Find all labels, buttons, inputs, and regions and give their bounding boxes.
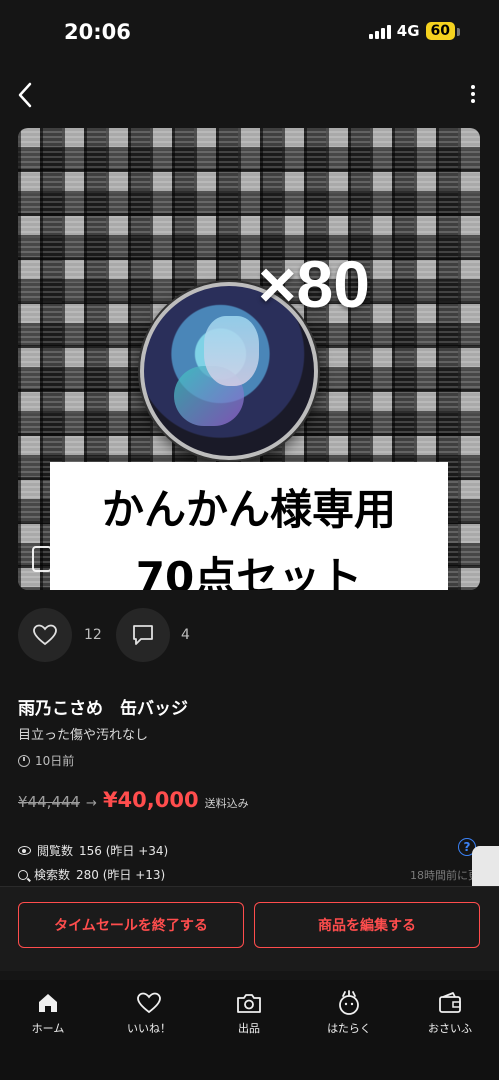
end-sale-button[interactable]: タイムセールを終了する bbox=[18, 902, 244, 948]
image-caption-line2: 70点セット bbox=[135, 553, 363, 590]
tab-likes[interactable]: いいね！ bbox=[109, 990, 189, 1036]
tab-work-label: はたらく bbox=[327, 1022, 371, 1035]
network-type: 4G bbox=[396, 22, 420, 40]
status-time: 20:06 bbox=[64, 20, 131, 44]
back-icon[interactable] bbox=[12, 80, 42, 110]
views-value: 156 (昨日 +34) bbox=[79, 844, 169, 858]
product-title: 雨乃こさめ 缶バッジ bbox=[18, 699, 188, 719]
search-icon bbox=[18, 869, 28, 880]
comment-icon bbox=[133, 625, 153, 645]
home-icon bbox=[8, 990, 88, 1016]
signal-icon bbox=[368, 23, 391, 39]
search-stat: 検索数 280 (昨日 +13) bbox=[18, 866, 165, 883]
shipping-label: 送料込み bbox=[204, 797, 249, 810]
clock-icon bbox=[18, 754, 30, 767]
search-value: 280 (昨日 +13) bbox=[76, 868, 166, 882]
tab-likes-label: いいね！ bbox=[127, 1022, 171, 1035]
product-condition: 目立った傷や汚れなし bbox=[18, 728, 149, 743]
updated-time: 18時間前に更 bbox=[410, 869, 479, 882]
views-stat: 閲覧数 156 (昨日 +34) bbox=[18, 842, 168, 859]
posted-time: 10日前 bbox=[18, 752, 74, 769]
status-indicators: 4G 60 bbox=[368, 22, 461, 40]
heart-icon bbox=[109, 990, 189, 1016]
price-arrow: → bbox=[86, 796, 97, 811]
battery-icon: 60 bbox=[425, 22, 461, 40]
posted-time-label: 10日前 bbox=[35, 754, 75, 768]
tab-sell[interactable]: 出品 bbox=[209, 990, 289, 1036]
new-price: ¥40,000 bbox=[102, 788, 199, 812]
wallet-icon bbox=[410, 990, 490, 1016]
heart-icon bbox=[33, 624, 57, 646]
image-caption-box: かんかん様専用 70点セット bbox=[50, 462, 448, 590]
image-gallery-icon bbox=[32, 546, 52, 572]
tab-sell-label: 出品 bbox=[238, 1022, 260, 1035]
like-count: 12 bbox=[84, 627, 102, 643]
product-image[interactable]: ×80 かんかん様専用 70点セット bbox=[18, 128, 480, 590]
tab-home[interactable]: ホーム bbox=[8, 990, 88, 1036]
tab-wallet-label: おさいふ bbox=[428, 1022, 472, 1035]
views-label: 閲覧数 bbox=[37, 844, 74, 858]
search-label: 検索数 bbox=[34, 868, 71, 882]
edit-item-button[interactable]: 商品を編集する bbox=[254, 902, 480, 948]
old-price: ¥44,444 bbox=[18, 793, 81, 811]
tab-wallet[interactable]: おさいふ bbox=[410, 990, 490, 1036]
work-icon bbox=[309, 990, 389, 1016]
comment-button[interactable] bbox=[116, 608, 170, 662]
eye-icon bbox=[18, 846, 31, 855]
camera-icon bbox=[209, 990, 289, 1016]
image-caption-line1: かんかん様専用 bbox=[101, 485, 396, 534]
comment-count: 4 bbox=[181, 627, 190, 643]
image-overlay-count: ×80 bbox=[258, 247, 370, 321]
tab-work[interactable]: はたらく bbox=[309, 990, 389, 1036]
tab-home-label: ホーム bbox=[31, 1022, 65, 1035]
price-row: ¥44,444 → ¥40,000 送料込み bbox=[18, 788, 249, 812]
more-options-icon[interactable] bbox=[469, 84, 477, 104]
like-button[interactable] bbox=[18, 608, 72, 662]
